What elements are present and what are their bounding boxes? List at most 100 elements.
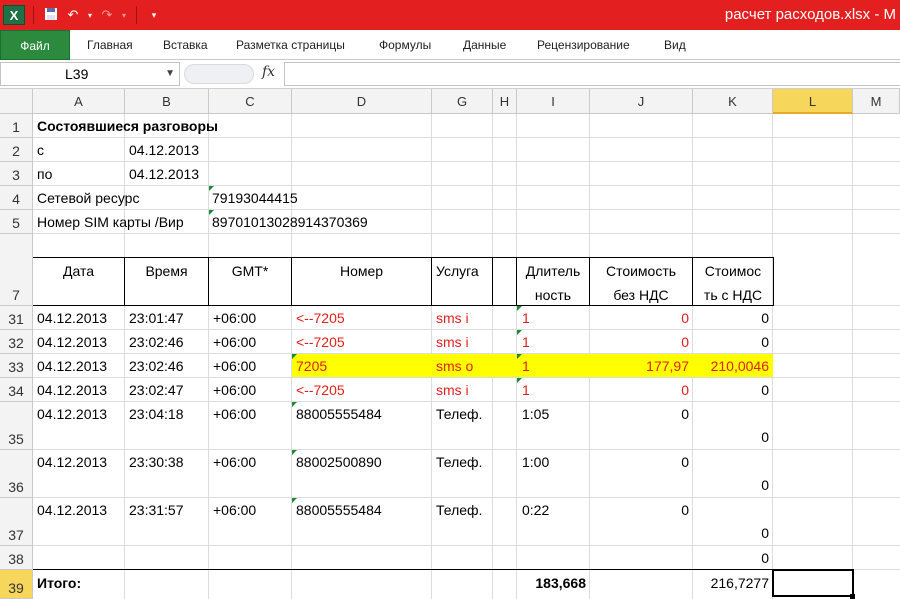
cell-cost-vat[interactable]: 0: [693, 334, 769, 350]
cell-cost-novat[interactable]: 0: [590, 382, 689, 398]
redo-dropdown-icon[interactable]: ▾: [120, 11, 128, 20]
column-header-d[interactable]: D: [292, 89, 432, 114]
total-duration[interactable]: 183,668: [517, 575, 586, 591]
cell-gmt[interactable]: +06:00: [213, 382, 256, 398]
cell-date[interactable]: 04.12.2013: [37, 382, 107, 398]
cell-number[interactable]: 88005555484: [296, 502, 382, 518]
cell-a4[interactable]: Сетевой ресурс: [37, 190, 139, 206]
cell-service[interactable]: Телеф.: [436, 406, 482, 422]
cell-cost-novat[interactable]: 0: [590, 334, 689, 350]
column-header-a[interactable]: A: [33, 89, 125, 114]
cell-duration[interactable]: 1:00: [522, 454, 549, 470]
row-header-2[interactable]: 2: [0, 138, 33, 162]
cell-number[interactable]: 88002500890: [296, 454, 382, 470]
cell-date[interactable]: 04.12.2013: [37, 334, 107, 350]
column-header-g[interactable]: G: [432, 89, 493, 114]
row-header-36[interactable]: 36: [0, 450, 33, 498]
cell-c5[interactable]: 89701013028914370369: [212, 214, 368, 230]
save-icon[interactable]: [42, 7, 60, 24]
cell-cost-vat[interactable]: 0: [693, 525, 769, 541]
cell-cost-vat[interactable]: 0: [693, 477, 769, 493]
tab-file[interactable]: Файл: [0, 30, 70, 60]
cell-duration[interactable]: 1: [522, 358, 530, 374]
cell-duration[interactable]: 1: [522, 382, 530, 398]
cell-service[interactable]: sms i: [436, 334, 469, 350]
row-header-5[interactable]: 5: [0, 210, 33, 234]
header-cost-novat-line1[interactable]: Стоимость: [590, 263, 692, 279]
cell-cost-vat[interactable]: 0: [693, 429, 769, 445]
cell-gmt[interactable]: +06:00: [213, 406, 256, 422]
tab-view[interactable]: Вид: [664, 30, 686, 60]
cell-duration[interactable]: 1: [522, 310, 530, 326]
cell-gmt[interactable]: +06:00: [213, 358, 256, 374]
row-header-32[interactable]: 32: [0, 330, 33, 354]
select-all-corner[interactable]: [0, 89, 33, 114]
cell-date[interactable]: 04.12.2013: [37, 358, 107, 374]
tab-review[interactable]: Рецензирование: [537, 30, 630, 60]
name-box[interactable]: L39 ▼: [0, 62, 180, 86]
header-duration-line2[interactable]: ность: [517, 287, 589, 303]
cell-service[interactable]: sms i: [436, 310, 469, 326]
cell-gmt[interactable]: +06:00: [213, 502, 256, 518]
cell-cost-novat[interactable]: 177,97: [590, 358, 689, 374]
customize-qat-icon[interactable]: ▾: [145, 10, 163, 21]
cell-gmt[interactable]: +06:00: [213, 334, 256, 350]
row-header-4[interactable]: 4: [0, 186, 33, 210]
cell-a5[interactable]: Номер SIM карты /Вир: [37, 214, 211, 230]
selected-cell-l39[interactable]: [772, 569, 854, 597]
cell-a3[interactable]: по: [37, 166, 52, 182]
redo-icon[interactable]: ↷: [98, 7, 116, 23]
undo-dropdown-icon[interactable]: ▾: [86, 11, 94, 20]
header-number[interactable]: Номер: [292, 263, 431, 279]
cell-gmt[interactable]: +06:00: [213, 310, 256, 326]
cell-number[interactable]: 88005555484: [296, 406, 382, 422]
cell-number[interactable]: <--7205: [296, 310, 345, 326]
cell-cost-novat[interactable]: 0: [590, 454, 689, 470]
insert-function-icon[interactable]: fx: [262, 64, 275, 80]
cell-cost-novat[interactable]: 0: [590, 502, 689, 518]
cell-time[interactable]: 23:02:47: [129, 382, 184, 398]
cell-cost-novat[interactable]: 0: [590, 406, 689, 422]
column-header-i[interactable]: I: [517, 89, 590, 114]
row-header-39[interactable]: 39: [0, 570, 33, 599]
cell-cost-novat[interactable]: 0: [590, 310, 689, 326]
row-header-34[interactable]: 34: [0, 378, 33, 402]
cell-cost-vat[interactable]: 210,0046: [693, 358, 769, 374]
row-header-35[interactable]: 35: [0, 402, 33, 450]
total-cost-vat[interactable]: 216,7277: [693, 575, 769, 591]
cell-b2[interactable]: 04.12.2013: [129, 142, 199, 158]
header-gmt[interactable]: GMT*: [209, 263, 291, 279]
cell-a2[interactable]: с: [37, 142, 44, 158]
column-header-b[interactable]: B: [125, 89, 209, 114]
tab-page-layout[interactable]: Разметка страницы: [236, 30, 345, 60]
header-cost-novat-line2[interactable]: без НДС: [590, 287, 692, 303]
total-label[interactable]: Итого:: [37, 575, 81, 591]
cell-time[interactable]: 23:01:47: [129, 310, 184, 326]
tab-insert[interactable]: Вставка: [163, 30, 208, 60]
header-cost-vat-line1[interactable]: Стоимос: [693, 263, 773, 279]
header-cost-vat-line2[interactable]: ть с НДС: [693, 287, 773, 303]
cell-time[interactable]: 23:31:57: [129, 502, 184, 518]
header-time[interactable]: Время: [125, 263, 208, 279]
cell-service[interactable]: sms i: [436, 382, 469, 398]
chevron-down-icon[interactable]: ▼: [165, 63, 175, 85]
column-header-h[interactable]: H: [493, 89, 517, 114]
cell-duration[interactable]: 1: [522, 334, 530, 350]
tab-formulas[interactable]: Формулы: [379, 30, 431, 60]
cell-number[interactable]: 7205: [296, 358, 327, 374]
tab-data[interactable]: Данные: [463, 30, 506, 60]
column-header-j[interactable]: J: [590, 89, 693, 114]
row-header-1[interactable]: 1: [0, 114, 33, 138]
cell-date[interactable]: 04.12.2013: [37, 454, 107, 470]
row-header-31[interactable]: 31: [0, 306, 33, 330]
cell-duration[interactable]: 0:22: [522, 502, 549, 518]
row-header-38[interactable]: 38: [0, 546, 33, 570]
tab-home[interactable]: Главная: [87, 30, 133, 60]
cell-number[interactable]: <--7205: [296, 382, 345, 398]
formula-input[interactable]: [284, 62, 900, 86]
cell-c4[interactable]: 79193044415: [212, 190, 298, 206]
cell-date[interactable]: 04.12.2013: [37, 310, 107, 326]
cell-time[interactable]: 23:30:38: [129, 454, 184, 470]
cell-service[interactable]: sms o: [436, 358, 473, 374]
header-service[interactable]: Услуга: [436, 263, 479, 279]
